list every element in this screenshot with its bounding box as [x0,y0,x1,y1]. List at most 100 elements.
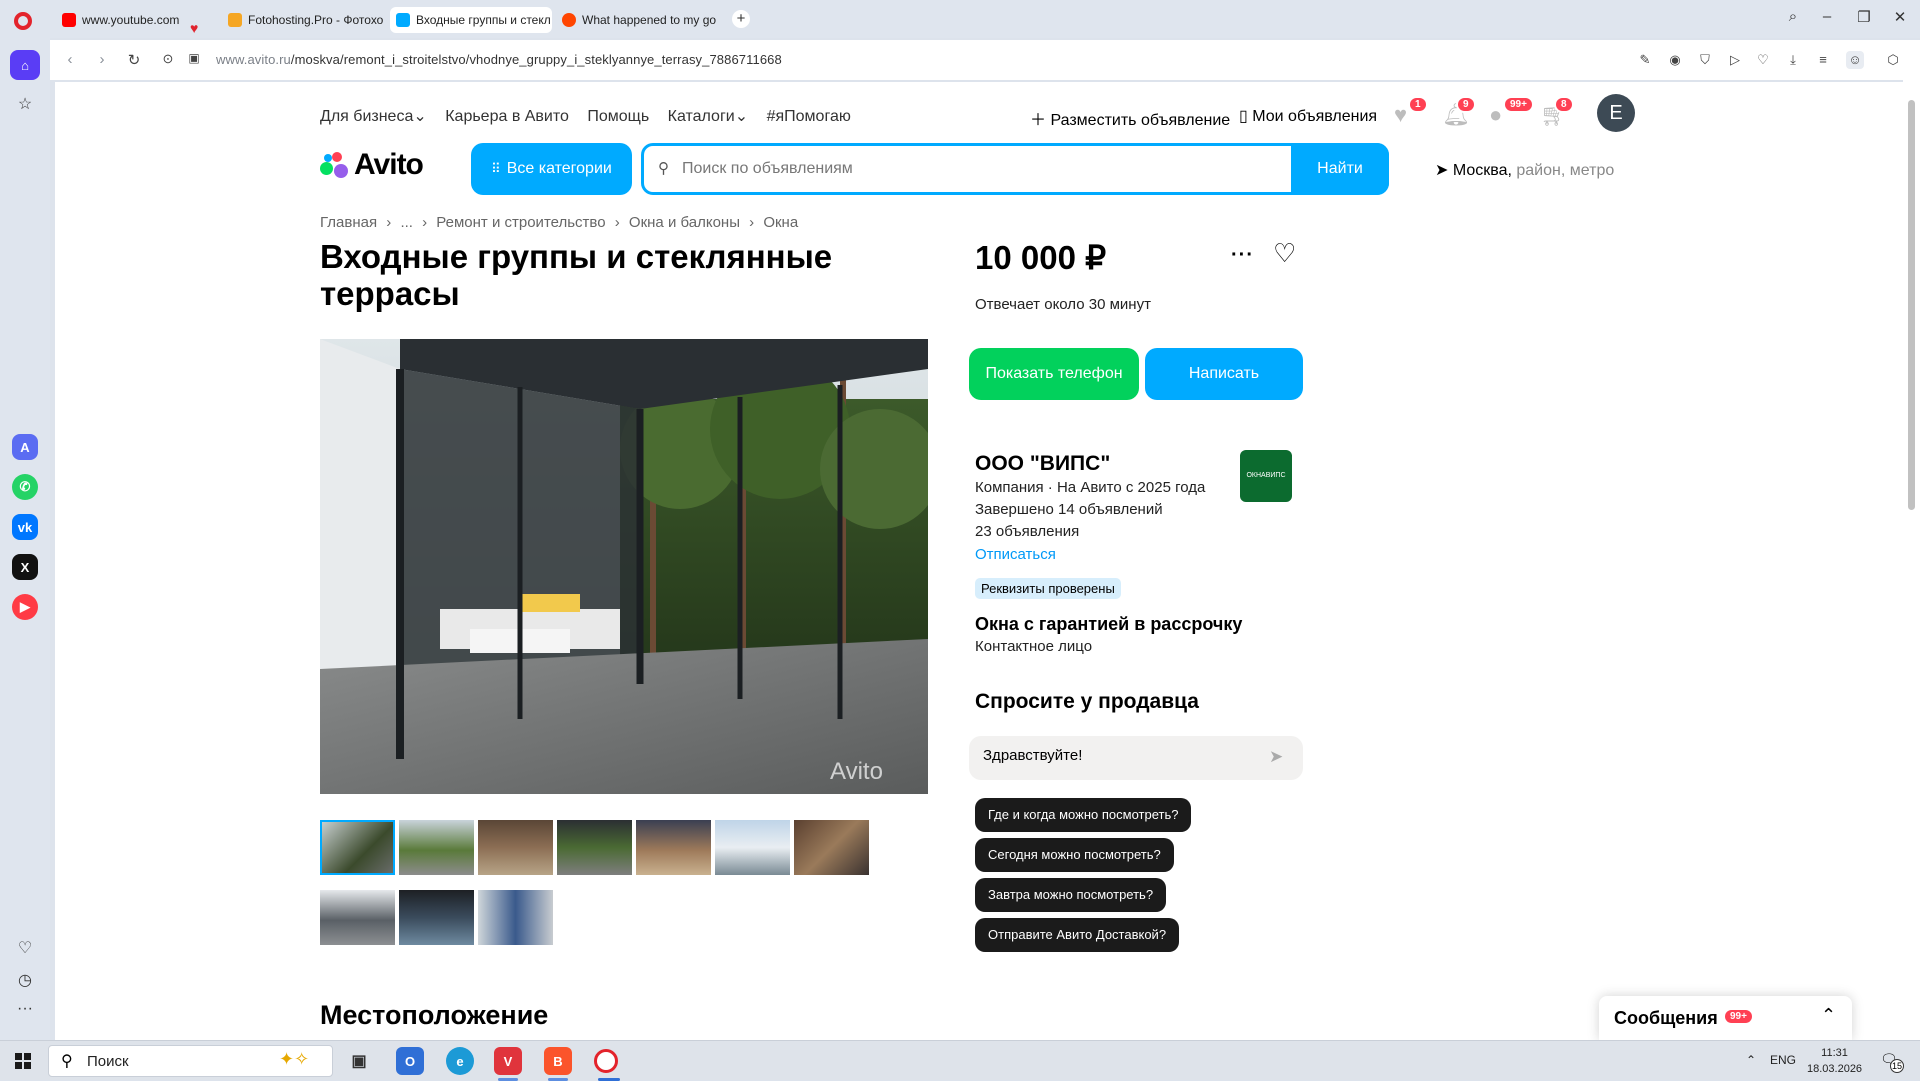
play-icon[interactable]: ▷ [1726,51,1744,69]
nav-business[interactable]: Для бизнеса [320,108,413,125]
avatar[interactable]: E [1597,94,1635,132]
camera-icon[interactable]: ◉ [1666,51,1684,69]
vk-icon[interactable]: vk [12,514,38,540]
scroll-thumb[interactable] [1908,100,1915,510]
thumbnail[interactable] [557,820,632,875]
language-indicator[interactable]: ENG [1770,1053,1796,1067]
chevron-up-icon[interactable]: ⌃ [1821,1005,1836,1026]
new-tab-button[interactable]: + [732,10,750,28]
seller-logo[interactable]: ОКНАВИПС [1240,450,1292,502]
search-input[interactable] [682,156,1242,182]
music-icon[interactable]: ▶ [12,594,38,620]
menu-icon[interactable]: ≡ [1814,51,1832,69]
avito-logo[interactable]: Avito [320,147,424,183]
url-path: /moskva/remont_i_stroitelstvo/vhodnye_gr… [290,52,782,67]
post-ad-link[interactable]: ＋ Разместить объявление [1030,106,1230,130]
unsubscribe-link[interactable]: Отписаться [975,546,1056,563]
quick-question-chip[interactable]: Где и когда можно посмотреть? [975,798,1192,832]
tab-reddit[interactable]: What happened to my go [556,7,724,33]
seller-ads-count[interactable]: 23 объявления [975,523,1079,540]
nav-i-help[interactable]: #яПомогаю [767,108,851,125]
favorites-heart-icon[interactable]: ♡ [15,938,35,958]
home-icon[interactable]: ⌂ [10,50,40,80]
opera-logo-icon[interactable] [14,12,32,30]
forward-icon[interactable]: › [92,51,112,68]
clock[interactable]: 11:31 18.03.2026 [1807,1045,1862,1077]
page-scrollbar[interactable] [1903,80,1920,1040]
tray-chevron-icon[interactable]: ⌃ [1746,1053,1756,1067]
notifications-button[interactable]: 🔔︎ 9 [1440,96,1476,130]
taskbar-search[interactable]: ⚲ Поиск ✦✧ [48,1045,333,1077]
restore-button[interactable]: ❐ [1852,8,1876,26]
outlook-icon[interactable]: O [396,1047,424,1075]
location-pin-icon[interactable]: ⊙ [158,51,178,67]
thumbnail[interactable] [636,820,711,875]
shield-icon[interactable]: ⛉ [1696,51,1714,69]
thumbnail[interactable] [320,890,395,945]
breadcrumb-windows-balconies[interactable]: Окна и балконы [629,214,740,231]
tab-youtube[interactable]: www.youtube.com [56,7,206,33]
write-button[interactable]: Написать [1145,348,1303,400]
profile-icon[interactable]: ☺ [1846,51,1864,69]
thumbnail[interactable] [399,820,474,875]
download-icon[interactable]: ⤓ [1784,51,1802,69]
close-window-button[interactable]: ✕ [1888,8,1912,26]
extensions-icon[interactable]: ⬡ [1884,51,1902,69]
favorites-button[interactable]: ♥ 1 [1392,96,1428,130]
minimize-button[interactable]: – [1815,8,1839,25]
my-ads-link[interactable]: ▯ Мои объявления [1239,106,1377,126]
tab-avito[interactable]: Входные группы и стекл [390,7,552,33]
thumbnail[interactable] [794,820,869,875]
breadcrumb-ellipsis[interactable]: ... [400,214,413,231]
whatsapp-icon[interactable]: ✆ [12,474,38,500]
aria-icon[interactable]: A [12,434,38,460]
cart-button[interactable]: 🛒︎ 8 [1538,96,1574,130]
lock-icon[interactable]: ▣ [184,51,204,65]
vivaldi-icon[interactable]: V [494,1047,522,1075]
breadcrumb-repair[interactable]: Ремонт и строительство [436,214,605,231]
search-tabs-icon[interactable]: ⌕ [1781,8,1805,25]
reload-icon[interactable]: ↻ [124,51,144,69]
x-icon[interactable]: X [12,554,38,580]
seller-name[interactable]: ООО "ВИПС" [975,452,1110,476]
history-icon[interactable]: ◷ [15,970,35,990]
edge-icon[interactable]: e [446,1047,474,1075]
show-phone-button[interactable]: Показать телефон [969,348,1139,400]
windows-start-icon[interactable] [15,1053,31,1069]
back-icon[interactable]: ‹ [60,51,80,68]
main-photo[interactable]: Avito [320,339,928,794]
message-input[interactable] [983,747,1253,764]
notifications-icon[interactable]: 🗨︎ 15 [1880,1051,1904,1073]
location-selector[interactable]: ➤ Москва, район, метро [1435,160,1614,180]
breadcrumb-home[interactable]: Главная [320,214,377,231]
search-icon: ⚲ [61,1053,73,1070]
favorite-heart-icon[interactable]: ♡ [1273,238,1296,269]
quick-question-chip[interactable]: Завтра можно посмотреть? [975,878,1167,912]
quick-question-chip[interactable]: Отправите Авито Доставкой? [975,918,1180,952]
thumbnail[interactable] [715,820,790,875]
find-button[interactable]: Найти [1291,143,1389,195]
thumbnail[interactable] [320,820,395,875]
thumbnail[interactable] [478,820,553,875]
messages-button[interactable]: ● 99+ [1487,96,1534,130]
opera-taskbar-icon[interactable] [594,1049,618,1073]
all-categories-button[interactable]: ⠿ Все категории [471,143,632,195]
thumbnail[interactable] [478,890,553,945]
nav-career[interactable]: Карьера в Авито [445,108,569,125]
edit-icon[interactable]: ✎ [1636,51,1654,69]
bookmark-heart-icon[interactable]: ♡ [1754,51,1772,69]
tab-fotohosting[interactable]: Fotohosting.Pro - Фотохо [222,7,384,33]
quick-question-chip[interactable]: Сегодня можно посмотреть? [975,838,1174,872]
star-icon[interactable]: ☆ [15,94,35,114]
brave-icon[interactable]: B [544,1047,572,1075]
task-view-icon[interactable]: ▣ [345,1047,373,1075]
more-dots-icon[interactable]: ··· [15,1000,35,1018]
messages-panel[interactable]: Сообщения 99+ ⌃ [1599,996,1852,1040]
send-icon[interactable]: ➤ [1269,747,1283,767]
nav-help[interactable]: Помощь [587,108,649,125]
more-options-icon[interactable]: ··· [1231,244,1254,267]
nav-catalogs[interactable]: Каталоги [668,108,735,125]
breadcrumb-windows[interactable]: Окна [763,214,798,231]
url-field[interactable]: www.avito.ru/moskva/remont_i_stroitelstv… [216,52,782,67]
thumbnail[interactable] [399,890,474,945]
